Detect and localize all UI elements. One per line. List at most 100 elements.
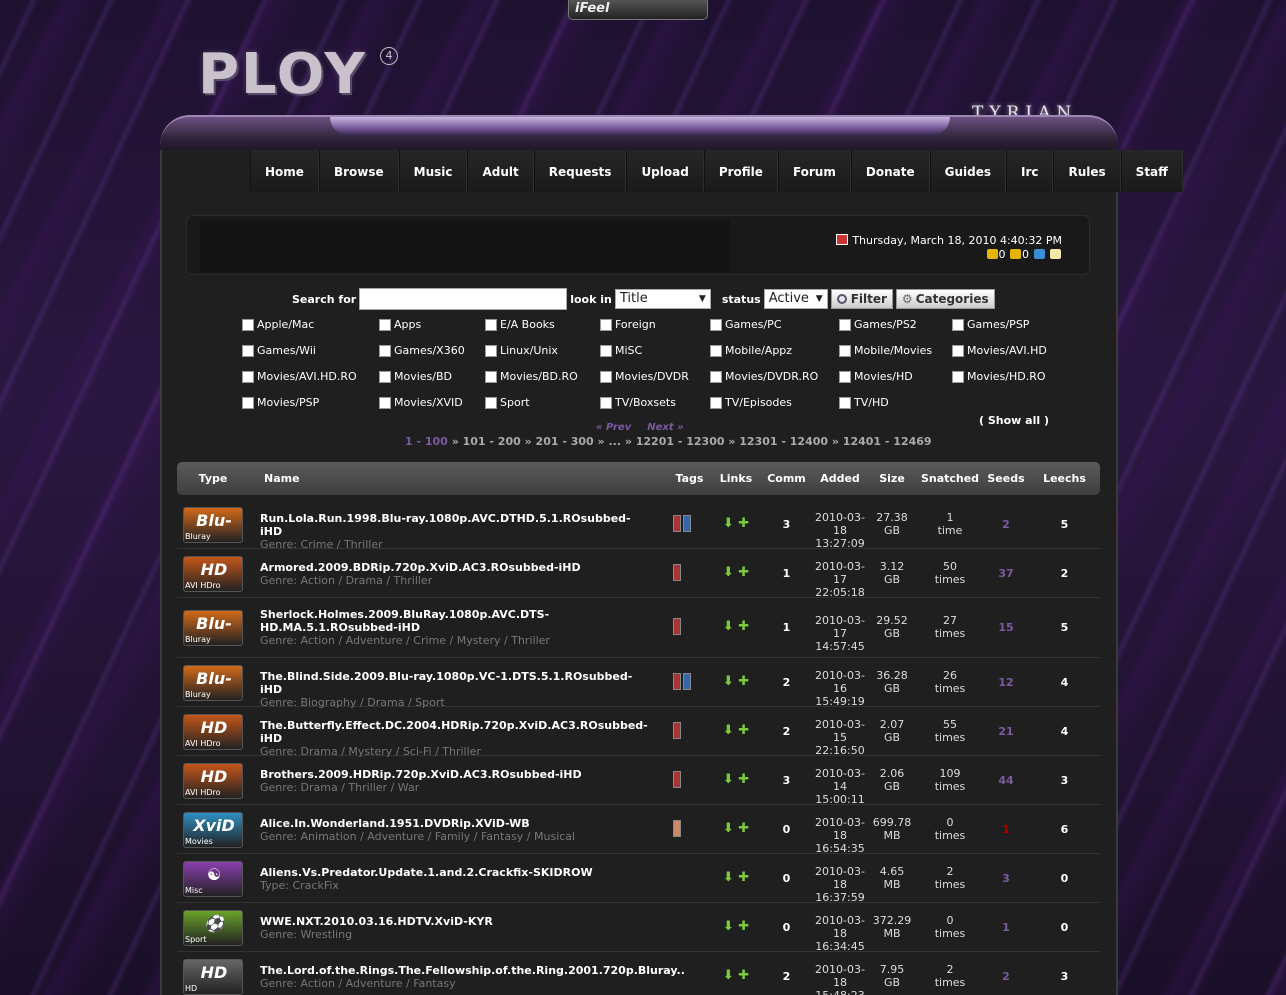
col-comm[interactable]: Comm [760,462,813,495]
torrent-link[interactable]: Run.Lola.Run.1998.Blu-ray.1080p.AVC.DTHD… [260,512,640,538]
category-checkbox[interactable]: Movies/DVDR [600,370,689,383]
category-checkbox[interactable]: E/A Books [485,318,555,331]
nav-forum[interactable]: Forum [777,150,851,192]
category-checkbox[interactable]: Linux/Unix [485,344,558,357]
comments-count[interactable]: 3 [783,518,791,531]
seeds-count[interactable]: 3 [1002,872,1010,885]
checkbox[interactable] [242,370,254,383]
category-checkbox[interactable]: Movies/DVDR.RO [710,370,818,383]
category-icon[interactable]: ☯ Misc [183,861,243,897]
checkbox[interactable] [242,396,254,409]
col-links[interactable]: Links [712,462,760,495]
nav-donate[interactable]: Donate [850,150,930,192]
tag-icon[interactable] [683,673,691,690]
checkbox[interactable] [710,344,722,357]
snatched-count[interactable]: 2 [917,963,983,976]
comments-count[interactable]: 1 [783,567,791,580]
seeds-count[interactable]: 44 [998,774,1013,787]
bookmark-add-icon[interactable]: ✚ [738,968,749,983]
show-all-link[interactable]: ( Show all ) [979,414,1049,427]
leechs-count[interactable]: 2 [1061,567,1069,580]
leechs-count[interactable]: 6 [1061,823,1069,836]
bookmark-add-icon[interactable]: ✚ [738,919,749,934]
checkbox[interactable] [600,318,612,331]
snatched-count[interactable]: 1 [917,511,983,524]
category-icon[interactable]: Blu-rayBluray [183,665,243,701]
category-checkbox[interactable]: Games/PSP [952,318,1029,331]
download-icon[interactable]: ⬇ [723,968,734,983]
seeds-count[interactable]: 15 [998,621,1013,634]
comments-count[interactable]: 1 [783,621,791,634]
torrent-link[interactable]: Alice.In.Wonderland.1951.DVDRip.XViD-WB [260,817,640,830]
book-icon[interactable] [1050,249,1061,259]
col-added[interactable]: Added [813,462,867,495]
nav-guides[interactable]: Guides [929,150,1006,192]
thumbs-up-icon[interactable] [986,249,998,259]
category-checkbox[interactable]: TV/Episodes [710,396,792,409]
snatched-count[interactable]: 0 [917,816,983,829]
checkbox[interactable] [379,318,391,331]
bookmark-add-icon[interactable]: ✚ [738,723,749,738]
tag-icon[interactable] [673,771,681,788]
tag-icon[interactable] [673,564,681,581]
nav-home[interactable]: Home [250,150,319,192]
nav-requests[interactable]: Requests [533,150,627,192]
checkbox[interactable] [242,344,254,357]
nav-rules[interactable]: Rules [1053,150,1121,192]
download-icon[interactable]: ⬇ [723,870,734,885]
checkbox[interactable] [379,396,391,409]
category-checkbox[interactable]: Movies/PSP [242,396,319,409]
checkbox[interactable] [839,318,851,331]
checkbox[interactable] [485,318,497,331]
category-checkbox[interactable]: Apple/Mac [242,318,314,331]
page-links[interactable]: » 101 - 200 » 201 - 300 » ... » 12201 - … [452,435,932,448]
leechs-count[interactable]: 5 [1061,621,1069,634]
seeds-count[interactable]: 2 [1002,518,1010,531]
category-checkbox[interactable]: Movies/HD.RO [952,370,1046,383]
col-type[interactable]: Type [177,462,249,495]
bookmark-add-icon[interactable]: ✚ [738,772,749,787]
comments-count[interactable]: 0 [783,921,791,934]
download-icon[interactable]: ⬇ [723,821,734,836]
checkbox[interactable] [952,318,964,331]
download-icon[interactable]: ⬇ [723,565,734,580]
comments-count[interactable]: 2 [783,676,791,689]
torrent-link[interactable]: The.Butterfly.Effect.DC.2004.HDRip.720p.… [260,719,648,745]
category-checkbox[interactable]: MiSC [600,344,642,357]
next-link[interactable]: Next » [647,422,683,433]
col-tags[interactable]: Tags [667,462,712,495]
comments-count[interactable]: 0 [783,823,791,836]
snatched-count[interactable]: 50 [917,560,983,573]
leechs-count[interactable]: 4 [1061,725,1069,738]
ifeel-tab[interactable]: iFeel [568,0,708,20]
col-seeds[interactable]: Seeds [983,462,1029,495]
download-icon[interactable]: ⬇ [723,516,734,531]
seeds-count[interactable]: 12 [998,676,1013,689]
category-icon[interactable]: HD AVI HDro [183,714,243,750]
look-in-select[interactable]: Title [614,289,711,309]
checkbox[interactable] [710,370,722,383]
torrent-link[interactable]: The.Blind.Side.2009.Blu-ray.1080p.VC-1.D… [260,670,640,696]
category-icon[interactable]: HD HD [183,959,243,995]
tag-icon[interactable] [673,515,681,532]
category-icon[interactable]: HD AVI HDro [183,556,243,592]
category-checkbox[interactable]: Mobile/Movies [839,344,932,357]
category-icon[interactable]: Blu-rayBluray [183,507,243,543]
snatched-count[interactable]: 55 [917,718,983,731]
checkbox[interactable] [379,344,391,357]
leechs-count[interactable]: 0 [1061,872,1069,885]
bookmark-add-icon[interactable]: ✚ [738,821,749,836]
nav-staff[interactable]: Staff [1120,150,1183,192]
snatched-count[interactable]: 27 [917,614,983,627]
download-icon[interactable]: ⬇ [723,919,734,934]
comments-count[interactable]: 0 [783,872,791,885]
download-icon[interactable]: ⬇ [723,723,734,738]
checkbox[interactable] [379,370,391,383]
checkbox[interactable] [839,370,851,383]
category-icon[interactable]: Blu-rayBluray [183,610,243,646]
seeds-count[interactable]: 2 [1002,970,1010,983]
leechs-count[interactable]: 4 [1061,676,1069,689]
category-checkbox[interactable]: Movies/XVID [379,396,463,409]
tag-icon[interactable] [673,673,681,690]
col-leechs[interactable]: Leechs [1029,462,1100,495]
